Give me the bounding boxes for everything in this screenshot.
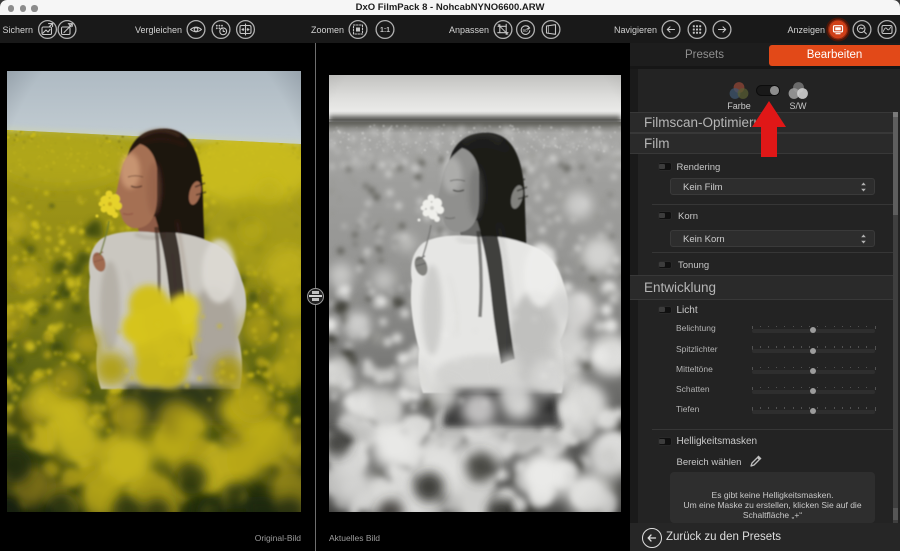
svg-text:Navigieren: Navigieren <box>614 25 657 35</box>
svg-text:Sichern: Sichern <box>2 25 33 35</box>
svg-text:1:1: 1:1 <box>380 27 390 34</box>
svg-text:90°: 90° <box>522 28 529 33</box>
svg-text:Anzeigen: Anzeigen <box>787 25 825 35</box>
svg-text:Vergleichen: Vergleichen <box>135 25 182 35</box>
svg-text:Anpassen: Anpassen <box>449 25 489 35</box>
svg-text:Zoomen: Zoomen <box>311 25 344 35</box>
